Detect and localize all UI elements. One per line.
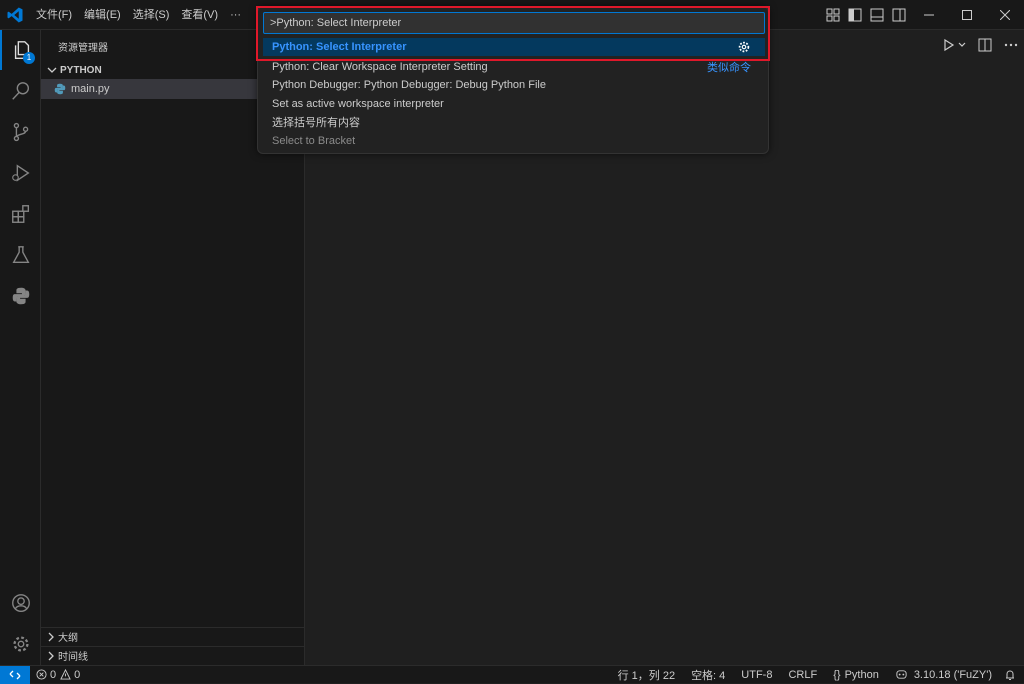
command-label: Set as active workspace interpreter bbox=[272, 98, 444, 110]
chevron-right-icon bbox=[48, 632, 54, 641]
menu-edit[interactable]: 编辑(E) bbox=[78, 0, 127, 30]
window-controls bbox=[822, 0, 1024, 30]
python-activity[interactable] bbox=[0, 276, 41, 316]
extensions-icon bbox=[11, 205, 29, 223]
close-button[interactable] bbox=[986, 0, 1024, 30]
source-control-icon bbox=[13, 122, 28, 142]
bell-icon[interactable] bbox=[1004, 669, 1016, 681]
warning-count: 0 bbox=[74, 668, 81, 681]
minimize-button[interactable] bbox=[910, 0, 948, 30]
command-item-select-to-bracket[interactable]: Select to Bracket bbox=[263, 132, 765, 150]
gear-icon bbox=[12, 636, 29, 652]
braces-icon: {} bbox=[833, 668, 841, 681]
end-of-line[interactable]: CRLF bbox=[788, 669, 817, 681]
close-icon bbox=[1000, 10, 1010, 20]
maximize-icon bbox=[962, 10, 972, 20]
command-palette-input[interactable] bbox=[263, 12, 765, 34]
maximize-button[interactable] bbox=[948, 0, 986, 30]
python-icon bbox=[12, 287, 29, 305]
command-item-debug-python-file[interactable]: Python Debugger: Python Debugger: Debug … bbox=[263, 76, 765, 94]
cursor-position[interactable]: 行 1，列 22 bbox=[618, 667, 675, 683]
remote-icon bbox=[9, 670, 21, 680]
menu-bar: 文件(F) 编辑(E) 选择(S) 查看(V) ··· bbox=[30, 0, 247, 30]
file-name: main.py bbox=[71, 83, 110, 95]
explorer-activity[interactable]: 1 bbox=[0, 30, 41, 70]
menu-selection[interactable]: 选择(S) bbox=[127, 0, 176, 30]
command-label: Python: Select Interpreter bbox=[272, 41, 407, 53]
extensions-activity[interactable] bbox=[0, 194, 41, 234]
menu-more[interactable]: ··· bbox=[224, 0, 247, 30]
remote-indicator[interactable] bbox=[0, 666, 30, 684]
toggle-secondary-sidebar-icon[interactable] bbox=[892, 8, 906, 22]
outline-label: 大纲 bbox=[58, 633, 78, 644]
folder-name: PYTHON bbox=[60, 64, 102, 76]
command-item-select-bracket-cn[interactable]: 选择括号所有内容 bbox=[263, 113, 765, 131]
warning-icon bbox=[60, 669, 71, 680]
command-item-set-active-interpreter[interactable]: Set as active workspace interpreter bbox=[263, 95, 765, 113]
menu-file[interactable]: 文件(F) bbox=[30, 0, 78, 30]
command-item-clear-interpreter[interactable]: Python: Clear Workspace Interpreter Sett… bbox=[263, 58, 765, 76]
gear-icon[interactable] bbox=[737, 40, 751, 54]
toggle-panel-icon[interactable] bbox=[870, 8, 884, 22]
manage-activity[interactable] bbox=[0, 624, 41, 664]
command-item-select-interpreter[interactable]: Python: Select Interpreter bbox=[263, 38, 765, 56]
error-icon bbox=[36, 669, 47, 680]
chevron-down-icon bbox=[47, 67, 57, 73]
vscode-logo-icon bbox=[7, 7, 23, 23]
command-palette: Python: Select Interpreter Python: Clear… bbox=[257, 6, 769, 154]
timeline-label: 时间线 bbox=[58, 652, 88, 663]
menu-view[interactable]: 查看(V) bbox=[175, 0, 224, 30]
command-label: 选择括号所有内容 bbox=[272, 117, 360, 129]
chevron-right-icon bbox=[48, 651, 54, 660]
run-dropdown-icon[interactable] bbox=[958, 38, 966, 52]
accounts-activity[interactable] bbox=[0, 583, 41, 623]
split-editor-icon[interactable] bbox=[978, 38, 992, 52]
python-file-icon bbox=[54, 83, 66, 95]
error-count: 0 bbox=[50, 668, 57, 681]
command-label: Select to Bracket bbox=[272, 135, 356, 147]
similar-commands-label: 类似命令 bbox=[707, 62, 751, 74]
customize-layout-icon[interactable] bbox=[826, 8, 840, 22]
status-right: 行 1，列 22 空格: 4 UTF-8 CRLF {} Python 3.10.… bbox=[610, 666, 1016, 683]
search-activity[interactable] bbox=[0, 71, 41, 111]
activity-bar: 1 bbox=[0, 30, 41, 665]
run-debug-activity[interactable] bbox=[0, 153, 41, 193]
language-label: Python bbox=[844, 668, 879, 681]
status-problems[interactable]: 0 0 bbox=[36, 666, 80, 683]
more-actions-icon[interactable] bbox=[1004, 38, 1018, 52]
run-debug-icon bbox=[11, 164, 30, 182]
status-bar: 0 0 行 1，列 22 空格: 4 UTF-8 CRLF {} Python 3… bbox=[0, 665, 1024, 684]
explorer-badge: 1 bbox=[23, 52, 35, 64]
outline-section[interactable]: 大纲 bbox=[41, 627, 304, 645]
testing-activity[interactable] bbox=[0, 235, 41, 275]
indentation[interactable]: 空格: 4 bbox=[691, 667, 725, 683]
timeline-section[interactable]: 时间线 bbox=[41, 646, 304, 664]
run-python-icon[interactable] bbox=[942, 38, 956, 52]
language-mode[interactable]: {} Python bbox=[833, 669, 879, 681]
command-label: Python: Clear Workspace Interpreter Sett… bbox=[272, 61, 488, 73]
command-label: Python Debugger: Python Debugger: Debug … bbox=[272, 79, 546, 91]
toggle-primary-sidebar-icon[interactable] bbox=[848, 8, 862, 22]
minimize-icon bbox=[924, 14, 934, 16]
interpreter-version: 3.10.18 ('FuZY') bbox=[913, 668, 992, 681]
search-icon bbox=[11, 82, 29, 100]
encoding[interactable]: UTF-8 bbox=[741, 669, 772, 681]
editor-toolbar bbox=[936, 30, 1024, 60]
sidebar-title: 资源管理器 bbox=[58, 43, 108, 54]
account-icon bbox=[11, 594, 30, 612]
source-control-activity[interactable] bbox=[0, 112, 41, 152]
flask-icon bbox=[12, 246, 29, 264]
python-interpreter[interactable]: 3.10.18 ('FuZY') bbox=[895, 668, 992, 681]
copilot-icon bbox=[896, 670, 907, 679]
